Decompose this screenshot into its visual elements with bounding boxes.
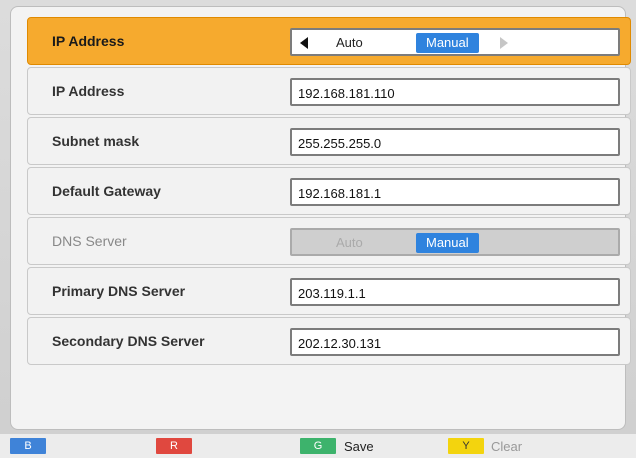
ip-address-field[interactable]: 192.168.181.110 [290,78,620,106]
left-arrow-icon[interactable] [300,37,308,49]
network-settings-panel: IP Address Auto Manual IP Address 192.16… [10,6,631,430]
green-key-button[interactable]: G [300,438,336,454]
dns-server-mode-toggle: Auto Manual [290,228,620,256]
secondary-dns-field[interactable]: 202.12.30.131 [290,328,620,356]
secondary-dns-value: 202.12.30.131 [298,336,382,351]
row-label: Default Gateway [52,183,161,199]
settings-screen: IP Address Auto Manual IP Address 192.16… [0,0,636,458]
row-label: Subnet mask [52,133,140,149]
color-key-bar: B R G Save Y Clear [0,434,636,458]
row-ip-address[interactable]: IP Address 192.168.181.110 [27,67,631,115]
row-label: DNS Server [52,233,127,249]
save-label: Save [344,439,374,454]
clear-label: Clear [491,439,523,454]
ip-address-mode-toggle[interactable]: Auto Manual [290,28,620,56]
toggle-option-manual[interactable]: Manual [416,33,479,53]
toggle-option-auto[interactable]: Auto [326,33,373,53]
row-label: IP Address [52,33,125,49]
primary-dns-value: 203.119.1.1 [298,286,366,301]
row-primary-dns[interactable]: Primary DNS Server 203.119.1.1 [27,267,631,315]
toggle-option-manual: Manual [416,233,479,253]
blue-key-button[interactable]: B [10,438,46,454]
row-ip-address-mode[interactable]: IP Address Auto Manual [27,17,631,65]
default-gateway-value: 192.168.181.1 [298,186,382,201]
subnet-mask-field[interactable]: 255.255.255.0 [290,128,620,156]
primary-dns-field[interactable]: 203.119.1.1 [290,278,620,306]
toggle-option-auto: Auto [336,235,363,250]
row-label: IP Address [52,83,125,99]
red-key-button[interactable]: R [156,438,192,454]
yellow-key-button[interactable]: Y [448,438,484,454]
row-secondary-dns[interactable]: Secondary DNS Server 202.12.30.131 [27,317,631,365]
row-subnet-mask[interactable]: Subnet mask 255.255.255.0 [27,117,631,165]
row-dns-server-mode: DNS Server Auto Manual [27,217,631,265]
row-label: Secondary DNS Server [52,333,205,349]
ip-address-value: 192.168.181.110 [298,86,395,101]
subnet-mask-value: 255.255.255.0 [298,136,382,151]
default-gateway-field[interactable]: 192.168.181.1 [290,178,620,206]
row-label: Primary DNS Server [52,283,186,299]
right-arrow-icon[interactable] [500,37,508,49]
row-default-gateway[interactable]: Default Gateway 192.168.181.1 [27,167,631,215]
